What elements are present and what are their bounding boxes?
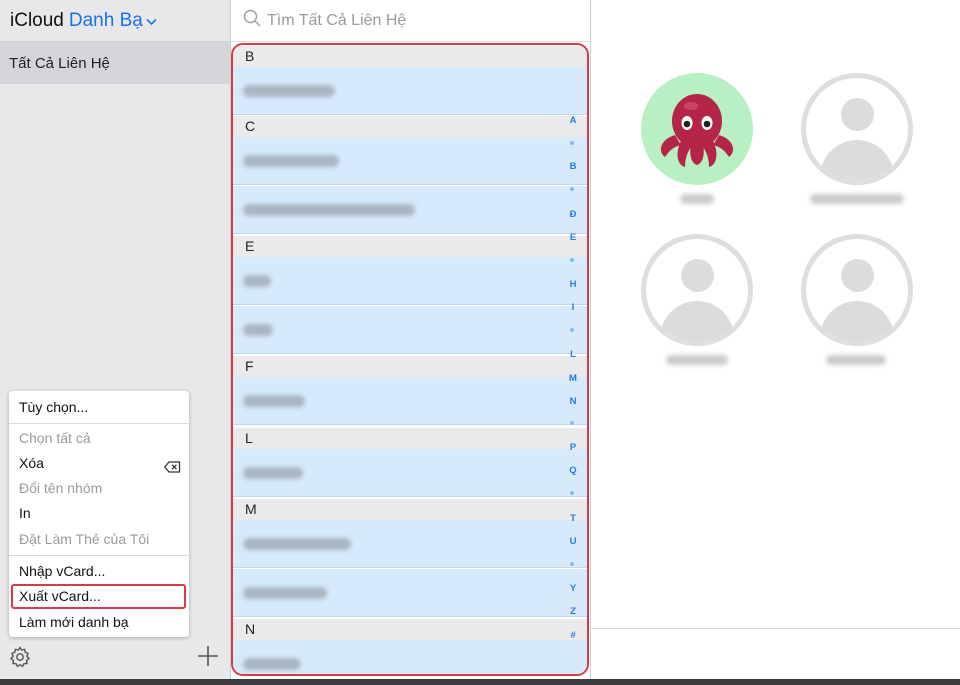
index-letter[interactable]: H <box>567 279 579 290</box>
group-all-contacts[interactable]: Tất Cả Liên Hệ <box>0 42 230 84</box>
menu-item-refresh-contacts[interactable]: Làm mới danh bạ <box>19 611 181 633</box>
menu-item-preferences[interactable]: Tùy chọn... <box>19 396 181 418</box>
section-header: F <box>233 356 587 377</box>
window-bottom-edge <box>0 679 960 685</box>
list-item[interactable] <box>233 67 587 115</box>
index-letter[interactable]: N <box>567 396 579 407</box>
index-letter[interactable]: T <box>567 513 579 524</box>
index-letter[interactable]: E <box>567 232 579 243</box>
chevron-down-icon[interactable] <box>146 10 157 32</box>
sidebar: iCloud Danh Bạ Tất Cả Liên Hệ Tùy chọn..… <box>0 0 231 685</box>
list-item[interactable] <box>233 640 587 674</box>
section-header: B <box>233 46 587 67</box>
index-letter[interactable]: # <box>567 630 579 641</box>
menu-item-delete[interactable]: Xóa <box>19 452 181 474</box>
section-header: E <box>233 236 587 257</box>
list-item[interactable] <box>233 186 587 234</box>
menu-item-delete-label: Xóa <box>19 455 44 471</box>
index-letter[interactable]: P <box>567 442 579 453</box>
menu-item-import-vcard[interactable]: Nhập vCard... <box>19 560 181 582</box>
contact-list-column: Tìm Tất Cả Liên Hệ B C E F L M N A B Đ E <box>231 0 591 685</box>
contact-avatar[interactable] <box>801 73 913 185</box>
menu-separator <box>9 423 189 424</box>
contact-card-name <box>666 355 728 365</box>
add-contact-icon[interactable] <box>197 645 219 672</box>
contact-card-name <box>810 194 904 204</box>
index-letter[interactable]: B <box>567 161 579 172</box>
menu-item-print[interactable]: In <box>19 502 181 524</box>
contact-avatar[interactable] <box>801 234 913 346</box>
list-item[interactable] <box>233 257 587 305</box>
index-letter[interactable]: U <box>567 536 579 547</box>
contact-avatar[interactable] <box>641 234 753 346</box>
search-bar[interactable]: Tìm Tất Cả Liên Hệ <box>231 0 590 42</box>
index-letter[interactable]: Q <box>567 465 579 476</box>
search-input[interactable]: Tìm Tất Cả Liên Hệ <box>267 12 406 30</box>
export-vcard-highlight <box>11 584 186 609</box>
menu-separator <box>9 555 189 556</box>
list-item[interactable] <box>233 306 587 354</box>
contact-card-name <box>826 355 886 365</box>
index-dot <box>570 491 574 495</box>
list-item[interactable] <box>233 520 587 568</box>
octopus-icon <box>660 94 734 167</box>
list-item[interactable] <box>233 449 587 497</box>
menu-item-rename-group[interactable]: Đổi tên nhóm <box>19 477 181 499</box>
index-letter[interactable]: I <box>567 302 579 313</box>
index-letter[interactable]: Z <box>567 606 579 617</box>
index-letter[interactable]: Y <box>567 583 579 594</box>
menu-item-select-all[interactable]: Chọn tất cả <box>19 427 181 449</box>
brand-label: iCloud <box>10 9 64 31</box>
list-item[interactable] <box>233 377 587 425</box>
contact-list: B C E F L M N A B Đ E H I L M N P Q T U … <box>231 43 589 676</box>
section-header: C <box>233 116 587 137</box>
search-icon <box>243 9 261 32</box>
delete-key-icon <box>163 457 181 479</box>
section-header: L <box>233 428 587 449</box>
section-header: M <box>233 499 587 520</box>
index-dot <box>570 187 574 191</box>
index-dot <box>570 328 574 332</box>
settings-menu: Tùy chọn... Chọn tất cả Xóa Đổi tên nhóm… <box>9 391 189 637</box>
index-letter[interactable]: A <box>567 115 579 126</box>
app-switcher[interactable]: Danh Bạ <box>69 10 143 32</box>
contact-card-name <box>680 194 714 204</box>
divider <box>591 628 960 629</box>
gear-icon[interactable] <box>8 645 32 674</box>
index-dot <box>570 141 574 145</box>
index-dot <box>570 258 574 262</box>
list-item[interactable] <box>233 569 587 617</box>
index-letter[interactable]: L <box>567 349 579 360</box>
index-dot <box>570 421 574 425</box>
app-header: iCloud Danh Bạ <box>0 0 230 42</box>
contact-avatar[interactable] <box>641 73 753 185</box>
menu-item-make-my-card[interactable]: Đặt Làm Thẻ của Tôi <box>19 528 181 550</box>
group-label: Tất Cả Liên Hệ <box>9 54 110 72</box>
list-item[interactable] <box>233 137 587 185</box>
index-letter[interactable]: M <box>567 373 579 384</box>
section-header: N <box>233 619 587 640</box>
index-dot <box>570 562 574 566</box>
index-letter[interactable]: Đ <box>567 209 579 220</box>
